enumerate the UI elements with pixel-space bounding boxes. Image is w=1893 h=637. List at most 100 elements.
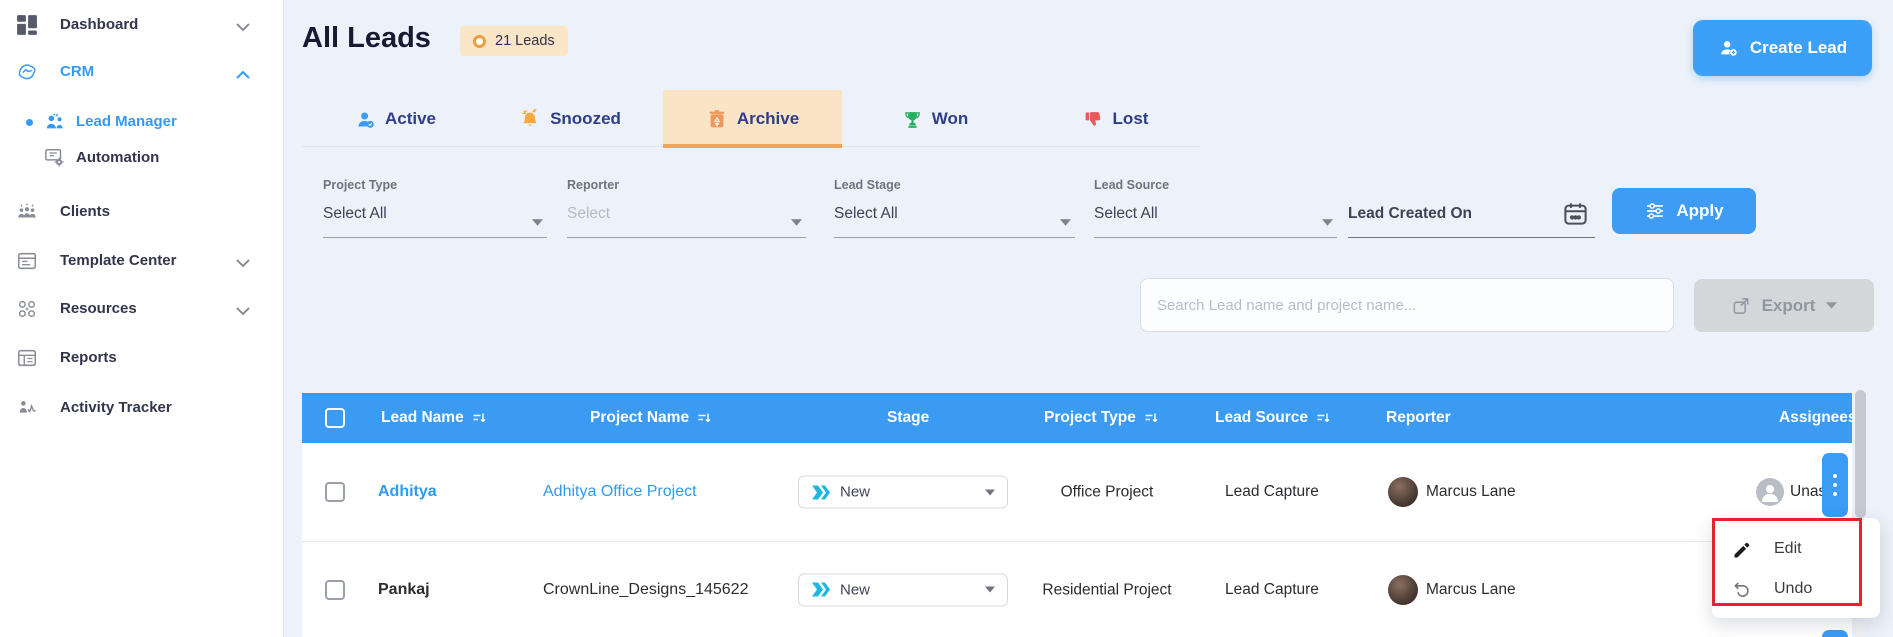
sort-icon[interactable] [1144,412,1158,424]
stage-dropdown[interactable]: New [798,573,1008,606]
sidebar-item-crm[interactable]: CRM [0,57,284,87]
archive-trash-icon [706,108,728,130]
sidebar-item-template-center[interactable]: Template Center [0,246,284,276]
apply-filters-button[interactable]: Apply [1612,188,1756,234]
caret-down-icon [791,213,802,220]
sidebar-item-dashboard[interactable]: Dashboard [0,10,284,40]
reports-icon [16,347,38,369]
vertical-scrollbar-thumb[interactable] [1855,390,1866,518]
stage-value: New [840,484,976,501]
sidebar-item-clients[interactable]: Clients [0,197,284,227]
table-header-row: Lead Name Project Name Stage Project Typ… [302,393,1852,443]
clients-icon [16,201,38,223]
filter-lead-stage[interactable]: Lead Stage Select All [834,176,1075,238]
export-button[interactable]: Export [1694,279,1874,332]
active-bullet [26,119,33,126]
tab-archive-selected[interactable]: Archive [663,90,842,148]
table-row: Adhitya Adhitya Office Project New Offic… [302,443,1852,541]
sidebar-item-label: Lead Manager [76,107,177,137]
row-checkbox[interactable] [325,580,345,600]
tab-label: Archive [737,109,799,129]
lead-name-link[interactable]: Adhitya [378,483,437,501]
create-lead-button[interactable]: Create Lead [1693,20,1872,76]
chevron-up-icon [236,66,250,78]
column-header-project-name: Project Name [590,409,689,427]
sidebar-item-automation[interactable]: Automation [0,143,284,173]
tab-won[interactable]: Won [880,90,990,148]
reporter-avatar [1388,575,1418,605]
automation-icon [44,147,66,169]
template-center-icon [16,250,38,272]
project-type-cell: Residential Project [1042,580,1172,599]
sidebar-item-label: Dashboard [60,10,138,40]
caret-down-icon [985,587,995,593]
stage-flag-icon [811,582,831,598]
tab-label: Snoozed [550,109,621,129]
sort-icon[interactable] [697,412,711,424]
filter-project-type[interactable]: Project Type Select All [323,176,547,238]
sidebar-item-activity-tracker[interactable]: Activity Tracker [0,393,284,423]
reporter-avatar [1388,477,1418,507]
sidebar: Dashboard CRM Lead Manager [0,0,284,637]
tab-active[interactable]: Active [338,90,453,148]
lead-source-cell: Lead Capture [1225,581,1319,599]
caret-down-icon [532,213,543,220]
sidebar-item-label: CRM [60,57,94,87]
reporter-name: Marcus Lane [1426,581,1516,599]
filter-label: Project Type [323,178,397,192]
caret-down-icon [1060,213,1071,220]
chevron-down-icon [236,303,250,315]
menu-item-label: Edit [1774,540,1802,558]
page-title: All Leads [302,22,431,55]
sort-icon[interactable] [1316,412,1330,424]
filter-selected-value: Select All [323,205,387,223]
lead-name-cell[interactable]: Pankaj [378,581,430,599]
select-all-checkbox[interactable] [325,408,345,428]
tab-label: Won [932,109,969,129]
filter-selected-value: Select [567,205,610,223]
active-person-icon [355,109,376,130]
caret-down-icon [985,489,995,495]
column-header-assignees: Assignees [1779,409,1857,427]
context-menu-item-undo[interactable]: Undo [1712,572,1862,608]
filter-reporter[interactable]: Reporter Select [567,176,806,238]
calendar-icon[interactable] [1562,200,1589,227]
row-actions-kebab-button-partial[interactable] [1822,630,1848,637]
filter-lead-created-on[interactable]: Lead Created On [1348,176,1595,238]
row-actions-kebab-button[interactable] [1822,453,1848,517]
menu-item-label: Undo [1774,580,1812,598]
context-menu-item-edit[interactable]: Edit [1712,532,1862,568]
filter-sliders-icon [1644,200,1666,222]
activity-tracker-icon [16,397,38,419]
sidebar-item-resources[interactable]: Resources [0,294,284,324]
column-header-lead-source: Lead Source [1215,409,1308,427]
lead-source-cell: Lead Capture [1225,483,1319,501]
pencil-icon [1732,540,1752,560]
archive-tab-underline [663,144,842,148]
kebab-dot [1833,483,1837,487]
tab-lost[interactable]: Lost [1063,90,1168,148]
caret-down-icon [1322,213,1333,220]
column-header-lead-name: Lead Name [381,409,464,427]
filter-selected-value: Select All [1094,205,1158,223]
export-icon [1731,296,1751,316]
sort-icon[interactable] [472,412,486,424]
sidebar-item-lead-manager[interactable]: Lead Manager [0,107,284,137]
lead-manager-icon [44,111,66,133]
filter-label: Reporter [567,178,619,192]
project-type-cell: Office Project [1042,483,1172,502]
row-checkbox[interactable] [325,482,345,502]
stage-flag-icon [811,484,831,500]
kebab-dot [1833,492,1837,496]
filter-lead-source[interactable]: Lead Source Select All [1094,176,1337,238]
search-input[interactable] [1140,278,1674,332]
tab-snoozed[interactable]: Snoozed [505,90,635,148]
filter-selected-value: Select All [834,205,898,223]
sidebar-item-label: Automation [76,143,159,173]
sidebar-item-label: Resources [60,294,137,324]
project-name-link[interactable]: Adhitya Office Project [543,483,697,501]
resources-icon [16,298,38,320]
export-label: Export [1762,296,1816,316]
sidebar-item-reports[interactable]: Reports [0,343,284,373]
stage-dropdown[interactable]: New [798,476,1008,509]
